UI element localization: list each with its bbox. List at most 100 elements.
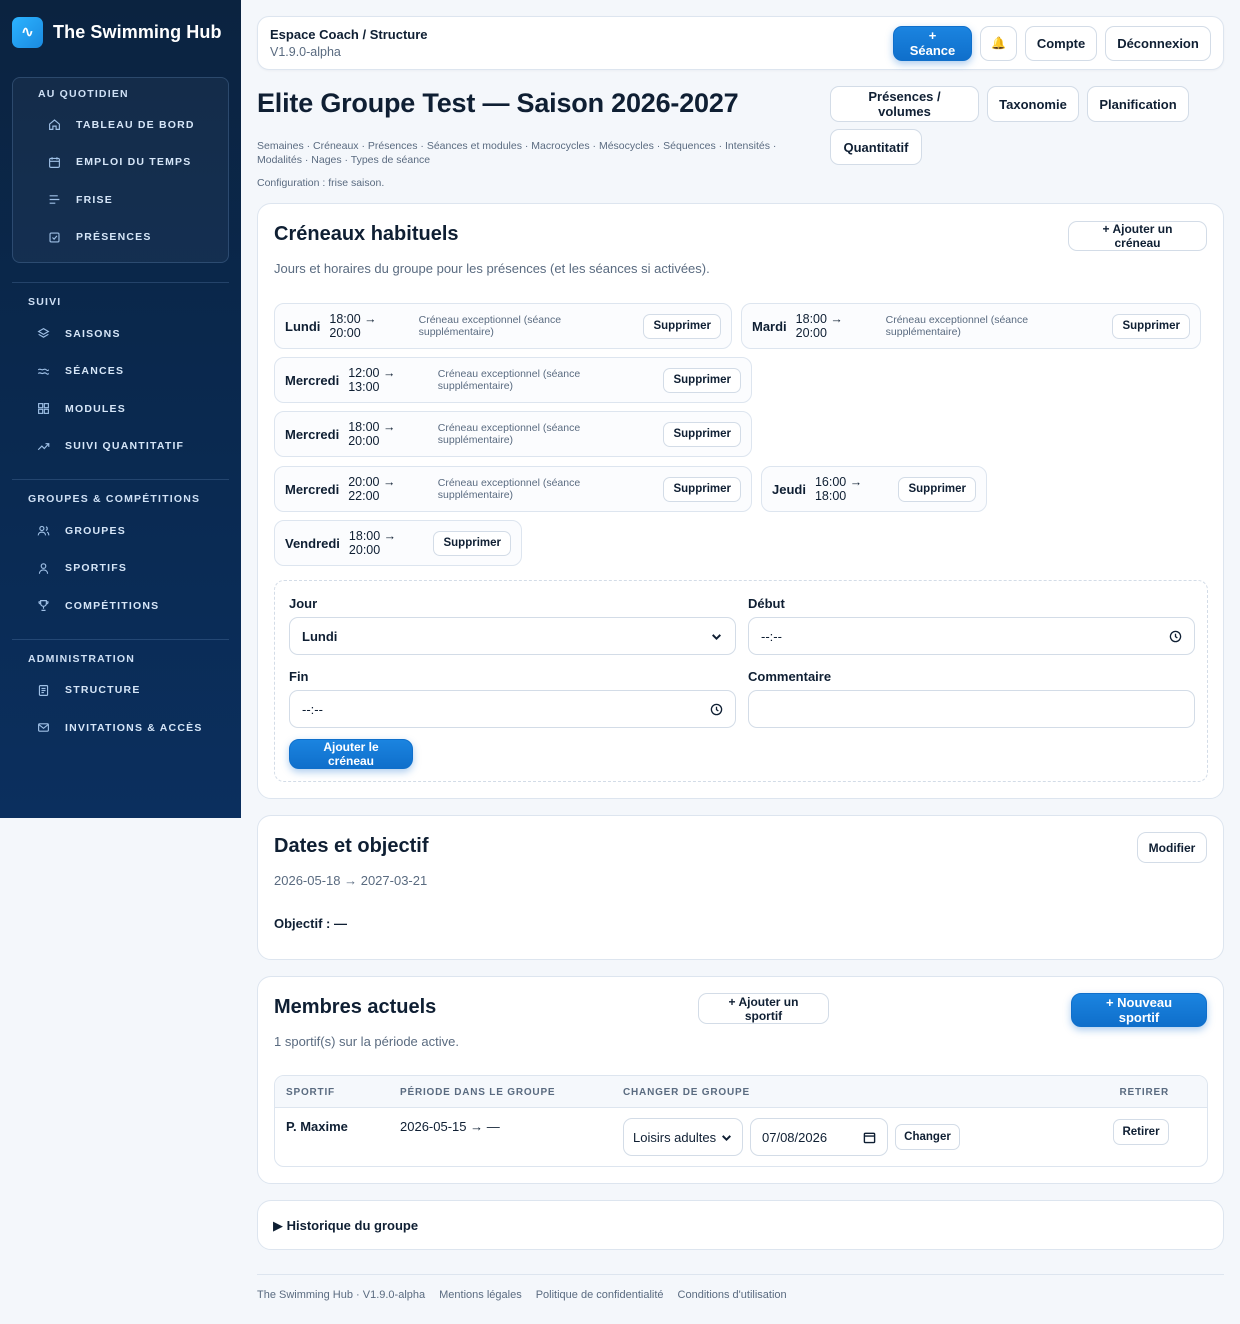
sidebar-item-tableau-de-bord[interactable]: Tableau de bord [13, 106, 228, 144]
fin-time-value: --:-- [302, 701, 323, 717]
slot-day: Mercredi [285, 481, 340, 497]
slot-time: 18:00 → 20:00 [348, 529, 397, 557]
sidebar-item-label: Suivi quantitatif [65, 440, 185, 453]
new-sportif-button[interactable]: + Nouveau sportif [1071, 993, 1207, 1027]
debut-time-value: --:-- [761, 628, 782, 644]
mail-icon [36, 720, 51, 735]
sidebar: ∿ The Swimming Hub Au quotidien Tableau … [0, 0, 241, 818]
sidebar-item-modules[interactable]: Modules [12, 390, 229, 428]
submit-creneau-button[interactable]: Ajouter le créneau [289, 739, 413, 769]
creneau-slot: Vendredi 18:00 → 20:00 Supprimer [274, 520, 522, 566]
delete-creneau-button[interactable]: Supprimer [898, 476, 976, 502]
nav-section-quotidien: Au quotidien Tableau de bord Emploi du t… [12, 77, 229, 263]
change-group-button[interactable]: Changer [895, 1124, 960, 1150]
membres-card: Membres actuels + Ajouter un sportif + N… [257, 976, 1224, 1184]
document-icon [36, 683, 51, 698]
debut-time-input[interactable]: --:-- [748, 617, 1195, 655]
notifications-bell-icon[interactable]: 🔔 [980, 25, 1017, 61]
sidebar-item-structure[interactable]: Structure [12, 672, 229, 710]
creneaux-card: Créneaux habituels + Ajouter un créneau … [257, 203, 1224, 799]
chevron-down-icon [712, 633, 721, 640]
slot-note: Créneau exceptionnel (séance supplémenta… [418, 314, 562, 338]
dates-range: 2026-05-18 → 2027-03-21 [274, 873, 428, 888]
sidebar-item-presences[interactable]: Présences [13, 219, 228, 257]
membres-title: Membres actuels [274, 996, 437, 1018]
delete-creneau-button[interactable]: Supprimer [663, 367, 741, 393]
brand-name: The Swimming Hub [53, 21, 222, 42]
breadcrumb: Espace Coach / Structure V1.9.0-alpha [270, 27, 428, 59]
historique-card[interactable]: ▶ Historique du groupe [257, 1200, 1224, 1250]
sidebar-item-emploi-du-temps[interactable]: Emploi du temps [13, 144, 228, 182]
group-select[interactable]: Loisirs adultes [623, 1118, 743, 1156]
delete-creneau-button[interactable]: Supprimer [643, 313, 721, 339]
sidebar-item-sportifs[interactable]: Sportifs [12, 550, 229, 588]
membres-subtitle: 1 sportif(s) sur la période active. [274, 1034, 459, 1049]
account-button[interactable]: Compte [1025, 25, 1097, 61]
sidebar-item-label: Groupes [65, 524, 126, 537]
slot-note: Créneau exceptionnel (séance supplémenta… [885, 314, 1029, 338]
new-seance-button[interactable]: + Séance [893, 25, 972, 61]
chevron-down-icon [722, 1134, 731, 1141]
modify-dates-button[interactable]: Modifier [1137, 832, 1207, 863]
slot-note: Créneau exceptionnel (séance supplémenta… [437, 422, 581, 446]
calendar-icon[interactable] [863, 1131, 876, 1144]
sidebar-item-label: Structure [65, 684, 141, 697]
page-section-links: Semaines · Créneaux · Présences · Séance… [257, 140, 777, 166]
slot-day: Mardi [752, 318, 787, 334]
delete-creneau-button[interactable]: Supprimer [663, 476, 741, 502]
nav-section-admin: Administration Structure Invitations & a… [0, 640, 241, 747]
footer-link-terms[interactable]: Conditions d'utilisation [678, 1289, 787, 1301]
jour-select-value: Lundi [302, 628, 338, 644]
add-creneau-button[interactable]: + Ajouter un créneau [1068, 221, 1207, 251]
sidebar-item-label: Modules [65, 402, 126, 415]
creneau-slot: Lundi 18:00 → 20:00 Créneau exceptionnel… [274, 303, 732, 349]
sidebar-item-label: Invitations & accès [65, 721, 203, 734]
fin-time-input[interactable]: --:-- [289, 690, 736, 728]
member-name[interactable]: P. Maxime [286, 1119, 348, 1134]
delete-creneau-button[interactable]: Supprimer [1112, 313, 1190, 339]
remove-member-button[interactable]: Retirer [1113, 1119, 1169, 1145]
delete-creneau-button[interactable]: Supprimer [663, 421, 741, 447]
nav-section-title: Suivi [28, 296, 62, 308]
sidebar-item-label: Présences [76, 231, 152, 244]
clock-icon[interactable] [710, 703, 723, 716]
brand[interactable]: ∿ The Swimming Hub [0, 0, 241, 64]
jour-select[interactable]: Lundi [289, 617, 736, 655]
sidebar-item-competitions[interactable]: Compétitions [12, 587, 229, 625]
sidebar-item-label: Saisons [65, 327, 121, 340]
brand-logo-icon: ∿ [12, 16, 43, 48]
add-sportif-button[interactable]: + Ajouter un sportif [698, 993, 829, 1024]
creneau-slot: Mardi 18:00 → 20:00 Créneau exceptionnel… [741, 303, 1201, 349]
footer-link-privacy[interactable]: Politique de confidentialité [536, 1289, 664, 1301]
sidebar-item-invitations[interactable]: Invitations & accès [12, 709, 229, 747]
sidebar-item-frise[interactable]: Frise [13, 181, 228, 219]
sidebar-item-groupes[interactable]: Groupes [12, 512, 229, 550]
sidebar-item-label: Emploi du temps [76, 156, 192, 169]
sidebar-item-label: Frise [76, 193, 113, 206]
presences-volumes-button[interactable]: Présences / volumes [830, 86, 979, 122]
sidebar-item-suivi-quantitatif[interactable]: Suivi quantitatif [12, 428, 229, 466]
trophy-icon [36, 598, 51, 613]
sidebar-item-label: Tableau de bord [76, 118, 195, 131]
dates-card: Dates et objectif Modifier 2026-05-18 → … [257, 815, 1224, 960]
change-date-input[interactable]: 07/08/2026 [750, 1118, 888, 1156]
change-date-value: 07/08/2026 [762, 1129, 828, 1145]
nav-section-suivi: Suivi Saisons Séances Modules Suivi quan… [0, 283, 241, 465]
members-table: Sportif Période dans le groupe Changer d… [274, 1075, 1208, 1167]
delete-creneau-button[interactable]: Supprimer [433, 530, 511, 556]
taxonomie-button[interactable]: Taxonomie [987, 86, 1079, 122]
quantitatif-button[interactable]: Quantitatif [830, 129, 922, 165]
sidebar-item-saisons[interactable]: Saisons [12, 315, 229, 353]
logout-button[interactable]: Déconnexion [1105, 25, 1211, 61]
historique-toggle[interactable]: ▶ Historique du groupe [273, 1218, 418, 1234]
planification-button[interactable]: Planification [1087, 86, 1189, 122]
slot-day: Mercredi [285, 372, 340, 388]
dates-objective: Objectif : — [274, 916, 347, 931]
slot-time: 12:00 → 13:00 [348, 366, 396, 394]
sidebar-item-label: Compétitions [65, 599, 160, 612]
sidebar-item-seances[interactable]: Séances [12, 353, 229, 391]
footer-link-mentions[interactable]: Mentions légales [439, 1289, 522, 1301]
clock-icon[interactable] [1169, 630, 1182, 643]
jour-label: Jour [289, 596, 318, 611]
commentaire-input[interactable] [748, 690, 1195, 728]
